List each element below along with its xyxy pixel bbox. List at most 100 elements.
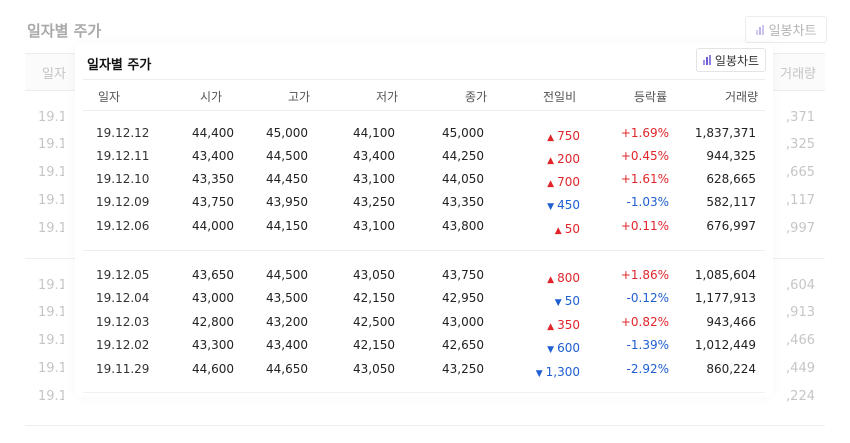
up-arrow-icon: ▲: [554, 226, 562, 236]
row-rate: +1.86%: [620, 268, 669, 282]
row-high: 43,200: [266, 315, 308, 329]
background-row-volume: 944,325: [785, 137, 815, 152]
down-arrow-icon: ▼: [547, 345, 555, 355]
bar-chart-icon: [755, 24, 764, 35]
background-chart-button-label: 일봉차트: [768, 24, 817, 39]
row-close: 43,250: [442, 362, 484, 376]
row-change: ▲ 700: [500, 172, 580, 189]
up-arrow-icon: ▲: [547, 133, 555, 143]
row-date: 19.12.11: [96, 149, 150, 163]
row-change-value: 700: [557, 175, 580, 189]
background-row-date: 19.12.06: [38, 221, 64, 236]
row-close: 43,800: [442, 219, 484, 233]
row-rate: +1.61%: [620, 172, 669, 186]
down-arrow-icon: ▼: [547, 202, 555, 212]
row-close: 42,950: [442, 291, 484, 305]
row-open: 43,350: [192, 172, 234, 186]
column-header-open: 시가: [200, 90, 223, 104]
row-volume: 1,837,371: [694, 126, 756, 140]
row-low: 43,050: [353, 268, 395, 282]
background-row-volume: 860,224: [785, 389, 815, 404]
row-close: 43,350: [442, 195, 484, 209]
row-rate: +0.45%: [620, 149, 669, 163]
row-open: 42,800: [192, 315, 234, 329]
row-date: 19.11.29: [96, 362, 150, 376]
row-low: 42,150: [353, 291, 395, 305]
row-volume: 1,177,913: [694, 291, 756, 305]
row-rate: +0.82%: [620, 315, 669, 329]
daily-chart-button[interactable]: 일봉차트: [696, 48, 766, 72]
row-volume: 582,117: [706, 195, 756, 209]
row-high: 44,450: [266, 172, 308, 186]
background-row-date: 19.12.03: [38, 333, 64, 348]
row-open: 43,300: [192, 338, 234, 352]
row-high: 44,650: [266, 362, 308, 376]
row-change-value: 50: [564, 294, 580, 308]
row-high: 44,500: [266, 149, 308, 163]
table-row: 19.12.04 43,000 43,500 42,150 42,950 -0.12% 1,…: [75, 288, 773, 311]
background-header-volume: 거래량: [780, 67, 816, 82]
down-arrow-icon: ▼: [535, 369, 543, 379]
row-open: 43,650: [192, 268, 234, 282]
table-row: 19.12.10 43,350 44,450 43,100 44,050 +1.61% 62…: [75, 169, 773, 192]
row-low: 43,050: [353, 362, 395, 376]
column-header-change: 전일비: [543, 90, 577, 104]
row-close: 43,750: [442, 268, 484, 282]
background-row-volume: 628,665: [785, 165, 815, 180]
row-high: 44,150: [266, 219, 308, 233]
background-row-volume: 1,012,449: [785, 361, 815, 376]
row-change: ▲ 200: [500, 149, 580, 166]
row-low: 42,500: [353, 315, 395, 329]
table-row: 19.12.05 43,650 44,500 43,050 43,750 +1.86% 1,…: [75, 265, 773, 288]
background-row-date: 19.12.09: [38, 193, 64, 208]
row-open: 43,400: [192, 149, 234, 163]
row-change-value: 450: [557, 198, 580, 212]
background-row-date: 19.12.12: [38, 110, 64, 125]
widget-title: 일자별 주가: [87, 58, 152, 73]
table-row: 19.12.02 43,300 43,400 42,150 42,650 -1.39% 1,…: [75, 335, 773, 358]
row-volume: 1,012,449: [694, 338, 756, 352]
row-rate: -1.03%: [626, 195, 669, 209]
row-close: 45,000: [442, 126, 484, 140]
row-date: 19.12.12: [96, 126, 150, 140]
background-row-volume: 582,117: [785, 193, 815, 208]
table-row: 19.12.09 43,750 43,950 43,250 43,350 -1.03% 58…: [75, 192, 773, 215]
row-low: 43,400: [353, 149, 395, 163]
row-close: 44,250: [442, 149, 484, 163]
row-open: 44,000: [192, 219, 234, 233]
table-header: 일자 시가 고가 저가 종가 전일비 등락률 거래량: [83, 79, 765, 111]
table-row: 19.12.12 44,400 45,000 44,100 45,000 +1.69% 1,…: [75, 123, 773, 146]
row-high: 43,400: [266, 338, 308, 352]
column-header-high: 고가: [288, 90, 311, 104]
bar-chart-icon: [702, 55, 711, 65]
row-rate: -2.92%: [626, 362, 669, 376]
row-rate: -0.12%: [626, 291, 669, 305]
row-low: 43,100: [353, 219, 395, 233]
row-rate: +0.11%: [620, 219, 669, 233]
row-change-value: 800: [557, 271, 580, 285]
background-row-volume: 1,837,371: [785, 110, 815, 125]
row-volume: 1,085,604: [694, 268, 756, 282]
row-open: 43,000: [192, 291, 234, 305]
row-change: ▼ 450: [500, 195, 580, 212]
column-header-date: 일자: [98, 90, 121, 104]
row-open: 43,750: [192, 195, 234, 209]
background-row-volume: 1,085,604: [785, 278, 815, 293]
background-row-date: 19.11.29: [38, 389, 64, 404]
background-row-date: 19.12.02: [38, 361, 64, 376]
row-change: ▼ 1,300: [500, 362, 580, 379]
row-date: 19.12.06: [96, 219, 150, 233]
row-high: 43,950: [266, 195, 308, 209]
row-change: ▲ 350: [500, 315, 580, 332]
row-change-value: 200: [557, 152, 580, 166]
row-volume: 676,997: [706, 219, 756, 233]
column-header-close: 종가: [465, 90, 488, 104]
row-volume: 860,224: [706, 362, 756, 376]
background-row-volume: 1,177,913: [785, 305, 815, 320]
row-change: ▲ 50: [500, 219, 580, 236]
background-row-date: 19.12.11: [38, 137, 64, 152]
row-open: 44,600: [192, 362, 234, 376]
row-change: ▼ 600: [500, 338, 580, 355]
row-close: 43,000: [442, 315, 484, 329]
row-volume: 944,325: [706, 149, 756, 163]
